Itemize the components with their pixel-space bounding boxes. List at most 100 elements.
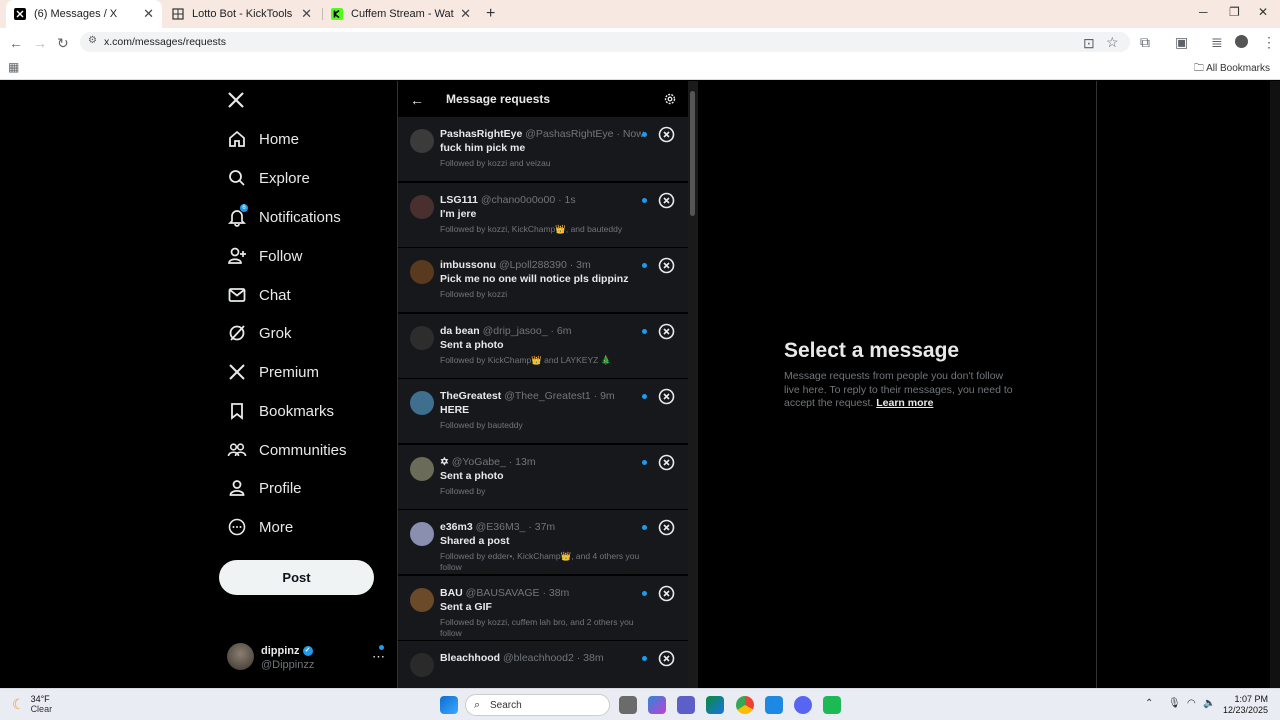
post-button[interactable]: Post	[219, 560, 374, 595]
sender-name[interactable]: da bean	[440, 325, 480, 337]
dismiss-request-icon[interactable]	[658, 650, 675, 667]
menu-icon[interactable]: ⋮	[1262, 34, 1276, 51]
tab-messages[interactable]: (6) Messages / X ✕	[6, 0, 162, 28]
request-row[interactable]: LSG111 @chano0o0o00 · 1s I'm jere Follow…	[398, 182, 688, 248]
copilot-icon[interactable]	[648, 696, 666, 714]
avatar[interactable]	[410, 325, 434, 350]
nav-more[interactable]: More	[227, 512, 293, 542]
tab-close-icon[interactable]: ✕	[143, 6, 154, 22]
avatar[interactable]	[410, 194, 434, 219]
weather-widget[interactable]: ☾ 34°F Clear	[12, 694, 52, 714]
dismiss-request-icon[interactable]	[658, 192, 675, 209]
sender-name[interactable]: Bleachhood	[440, 652, 500, 664]
new-tab-icon[interactable]: +	[486, 5, 495, 23]
all-bookmarks[interactable]: 🗀 All Bookmarks	[1194, 61, 1270, 78]
request-row[interactable]: PashasRightEye @PashasRightEye · Now fuc…	[398, 117, 688, 182]
account-more-icon[interactable]: ⋯	[372, 645, 385, 665]
nav-chat[interactable]: Chat	[227, 280, 291, 310]
request-row[interactable]: TheGreatest @Thee_Greatest1 · 9m HERE Fo…	[398, 379, 688, 444]
message-time: · 1s	[558, 193, 576, 206]
extensions-icon[interactable]: ⧉	[1140, 34, 1150, 51]
address-bar[interactable]: ⚙ x.com/messages/requests	[80, 32, 1130, 52]
taskbar-search[interactable]: ⌕ Search	[465, 694, 610, 716]
nav-profile[interactable]: Profile	[227, 473, 302, 503]
x-logo-icon[interactable]	[227, 91, 245, 109]
sender-name[interactable]: PashasRightEye	[440, 128, 522, 140]
tab-title: Cuffem Stream - Watch Live on	[351, 8, 454, 20]
nav-bookmarks[interactable]: Bookmarks	[227, 396, 334, 426]
request-row[interactable]: da bean @drip_jasoo_ · 6m Sent a photo F…	[398, 313, 688, 379]
forward-icon[interactable]: →	[33, 35, 47, 51]
message-preview: HERE	[440, 404, 470, 416]
tab-search-icon[interactable]: ▣	[1175, 34, 1188, 51]
avatar[interactable]	[410, 653, 434, 677]
site-info-icon[interactable]: ⚙	[88, 35, 97, 46]
nav-explore[interactable]: Explore	[227, 163, 310, 193]
tray-chevron-icon[interactable]: ⌃	[1145, 698, 1153, 709]
request-row[interactable]: ✡ @YoGabe_ · 13m Sent a photo Followed b…	[398, 444, 688, 510]
sender-name[interactable]: imbussonu	[440, 259, 496, 271]
task-view-icon[interactable]	[619, 696, 637, 714]
dismiss-request-icon[interactable]	[658, 454, 675, 471]
volume-icon[interactable]: 🔈	[1203, 698, 1215, 709]
microphone-icon[interactable]: 🎙	[1168, 698, 1181, 709]
back-icon[interactable]: ←	[9, 35, 23, 51]
apps-grid-icon[interactable]: ▦	[8, 60, 19, 74]
dismiss-request-icon[interactable]	[658, 323, 675, 340]
chrome-icon[interactable]	[736, 696, 754, 714]
nav-follow[interactable]: Follow	[227, 241, 302, 271]
media-control-icon[interactable]: ≣	[1211, 34, 1223, 51]
reload-icon[interactable]: ↻	[57, 35, 69, 52]
request-row[interactable]: BAU @BAUSAVAGE · 38m Sent a GIF Followed…	[398, 575, 688, 641]
account-switcher[interactable]: dippinz ✓ @Dippinzz ⋯	[227, 643, 387, 675]
dismiss-request-icon[interactable]	[658, 519, 675, 536]
message-time: · 6m	[550, 324, 572, 337]
avatar[interactable]	[410, 587, 434, 612]
nav-communities[interactable]: Communities	[227, 435, 347, 465]
window-close-icon[interactable]: ✕	[1258, 5, 1268, 19]
edge-icon[interactable]	[706, 696, 724, 714]
teams-icon[interactable]	[677, 696, 695, 714]
profile-avatar-icon[interactable]	[1235, 35, 1248, 48]
wifi-icon[interactable]: ◠	[1187, 698, 1196, 709]
taskbar-clock[interactable]: 1:07 PM 12/23/2025	[1223, 694, 1268, 716]
notepad-icon[interactable]	[765, 696, 783, 714]
minimize-icon[interactable]: ─	[1199, 5, 1208, 19]
nav-grok[interactable]: Grok	[227, 318, 292, 348]
scrollbar-thumb[interactable]	[690, 91, 695, 216]
tab-close-icon[interactable]: ✕	[301, 6, 312, 22]
settings-gear-icon[interactable]	[663, 92, 677, 106]
windows-start-icon[interactable]	[440, 696, 458, 714]
sender-name[interactable]: TheGreatest	[440, 390, 501, 402]
nav-premium[interactable]: Premium	[227, 357, 319, 387]
discord-icon[interactable]	[794, 696, 812, 714]
install-app-icon[interactable]: ⊡	[1083, 35, 1095, 52]
tab-lotto-bot[interactable]: Lotto Bot - KickTools ✕	[164, 2, 320, 26]
nav-home[interactable]: Home	[227, 124, 299, 154]
avatar[interactable]	[410, 391, 434, 415]
sender-name[interactable]: e36m3	[440, 521, 473, 533]
avatar[interactable]	[410, 456, 434, 481]
tab-cuffem-stream[interactable]: Cuffem Stream - Watch Live on ✕	[323, 2, 479, 26]
dismiss-request-icon[interactable]	[658, 585, 675, 602]
page-scrollbar[interactable]	[1270, 81, 1280, 688]
dismiss-request-icon[interactable]	[658, 388, 675, 405]
sender-name[interactable]: LSG111	[440, 194, 478, 206]
app-icon[interactable]	[823, 696, 841, 714]
avatar[interactable]	[410, 522, 434, 546]
avatar[interactable]	[410, 129, 434, 153]
maximize-icon[interactable]: ❐	[1229, 5, 1240, 19]
dismiss-request-icon[interactable]	[658, 126, 675, 143]
request-row[interactable]: Bleachhood @bleachhood2 · 38m	[398, 641, 688, 688]
nav-notifications[interactable]: 6 Notifications	[227, 202, 341, 232]
bookmark-star-icon[interactable]: ☆	[1106, 34, 1119, 51]
back-arrow-icon[interactable]: ←	[410, 92, 424, 108]
sender-name[interactable]: ✡	[440, 456, 449, 468]
avatar[interactable]	[410, 260, 434, 284]
tab-close-icon[interactable]: ✕	[460, 6, 471, 22]
sender-name[interactable]: BAU	[440, 587, 463, 599]
dismiss-request-icon[interactable]	[658, 257, 675, 274]
request-row[interactable]: imbussonu @Lpoll288390 · 3m Pick me no o…	[398, 248, 688, 313]
learn-more-link[interactable]: Learn more	[876, 397, 933, 409]
request-row[interactable]: e36m3 @E36M3_ · 37m Shared a post Follow…	[398, 510, 688, 575]
